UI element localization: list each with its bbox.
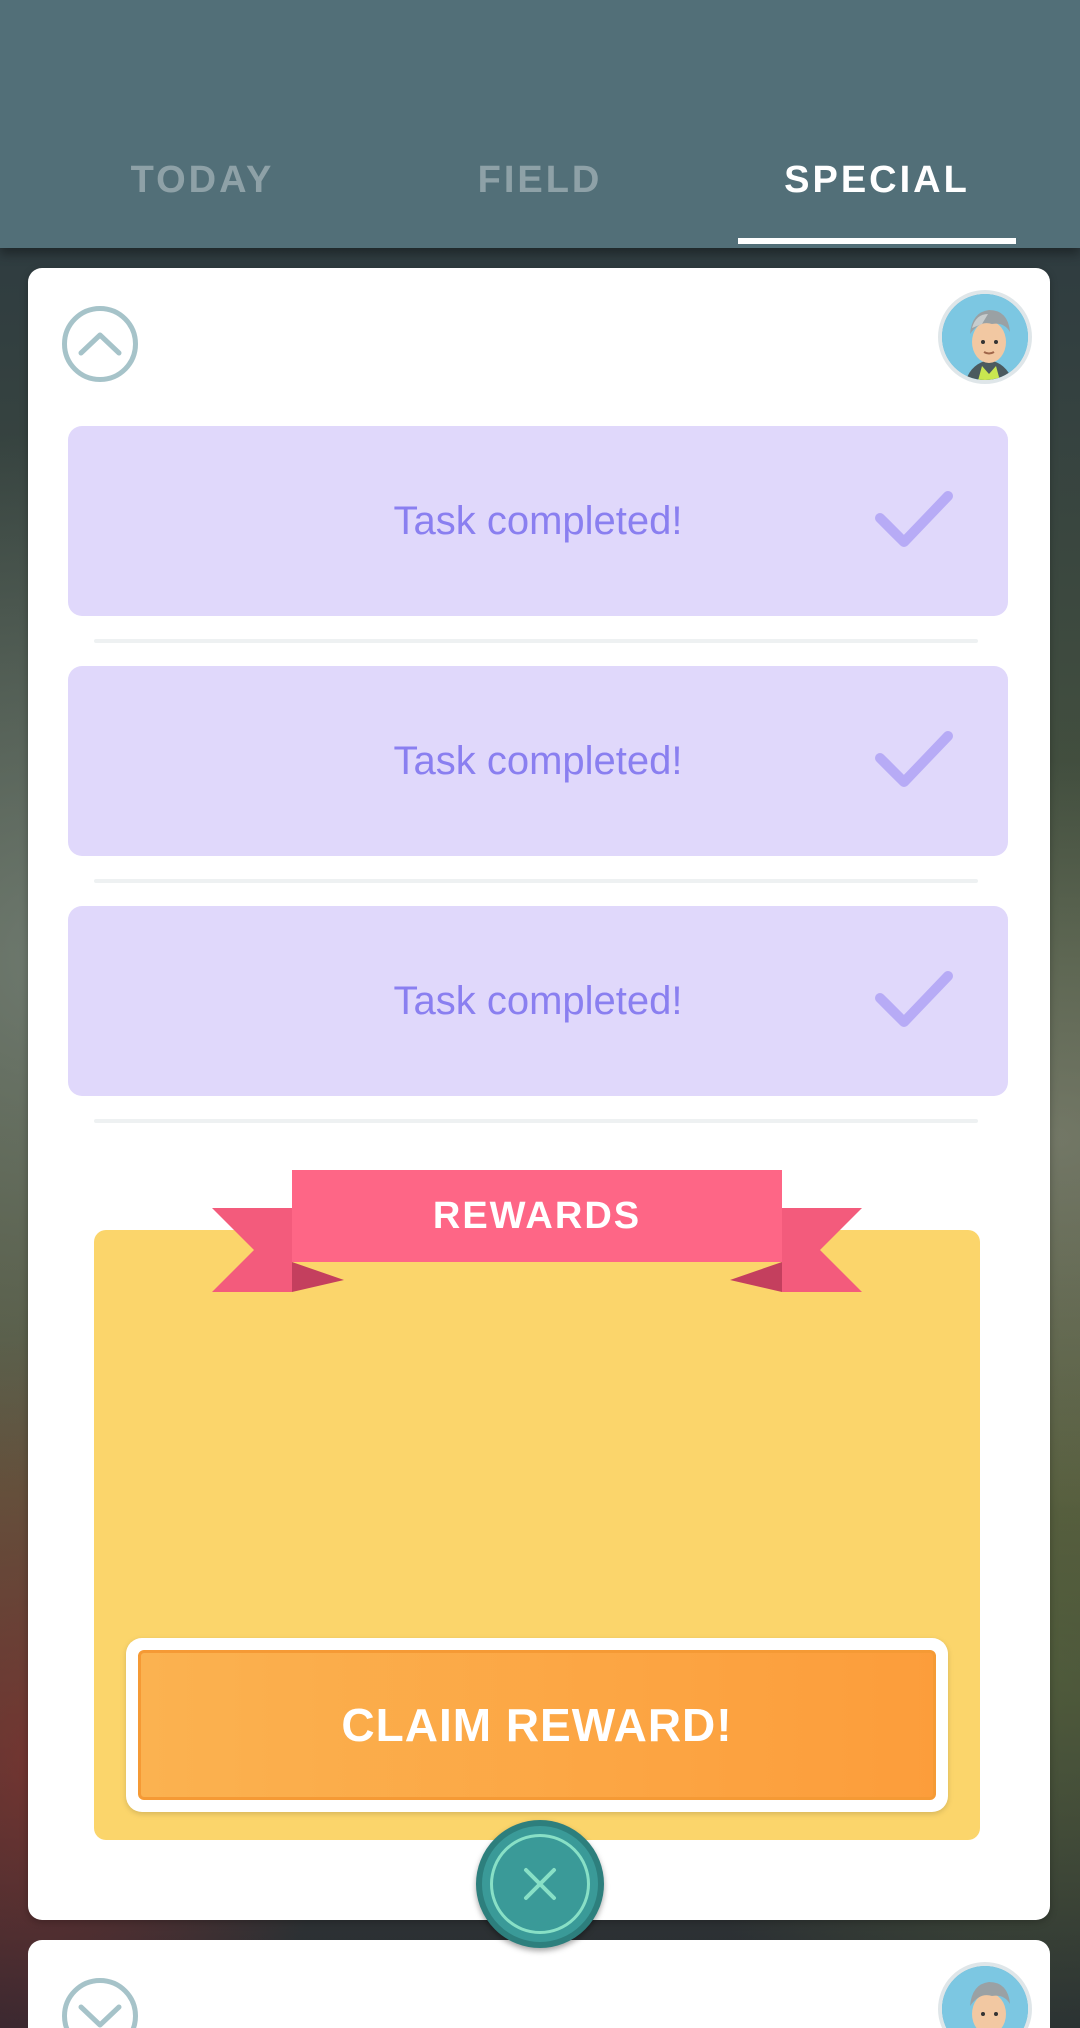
task-item: Task completed! xyxy=(68,906,1008,1096)
professor-avatar-icon xyxy=(938,290,1032,384)
task-status-text: Task completed! xyxy=(393,979,683,1023)
checkmark-icon xyxy=(875,731,953,787)
checkmark-icon xyxy=(875,491,953,547)
next-research-card xyxy=(28,1940,1050,2028)
professor-avatar-icon xyxy=(938,1962,1032,2028)
tab-today[interactable]: TODAY xyxy=(80,150,325,210)
chevron-down-icon xyxy=(78,2004,122,2028)
research-tabs-header: TODAY FIELD SPECIAL xyxy=(0,0,1080,248)
divider xyxy=(94,639,978,643)
claim-reward-button-face: CLAIM REWARD! xyxy=(134,1646,940,1804)
expand-button[interactable] xyxy=(62,1978,138,2028)
claim-reward-button[interactable]: CLAIM REWARD! xyxy=(126,1638,948,1812)
divider xyxy=(94,1119,978,1123)
divider xyxy=(94,879,978,883)
checkmark-icon xyxy=(875,971,953,1027)
active-tab-indicator xyxy=(738,238,1016,244)
rewards-title: REWARDS xyxy=(432,1195,642,1237)
close-button[interactable] xyxy=(476,1820,604,1948)
close-icon xyxy=(524,1868,556,1900)
task-item: Task completed! xyxy=(68,426,1008,616)
task-item: Task completed! xyxy=(68,666,1008,856)
close-button-ring xyxy=(490,1834,590,1934)
tab-special[interactable]: SPECIAL xyxy=(738,150,1016,210)
collapse-button[interactable] xyxy=(62,306,138,382)
chevron-up-icon xyxy=(78,332,122,356)
task-status-text: Task completed! xyxy=(393,499,683,543)
task-status-text: Task completed! xyxy=(393,739,683,783)
tab-field[interactable]: FIELD xyxy=(420,150,660,210)
claim-reward-label: CLAIM REWARD! xyxy=(341,1699,733,1751)
